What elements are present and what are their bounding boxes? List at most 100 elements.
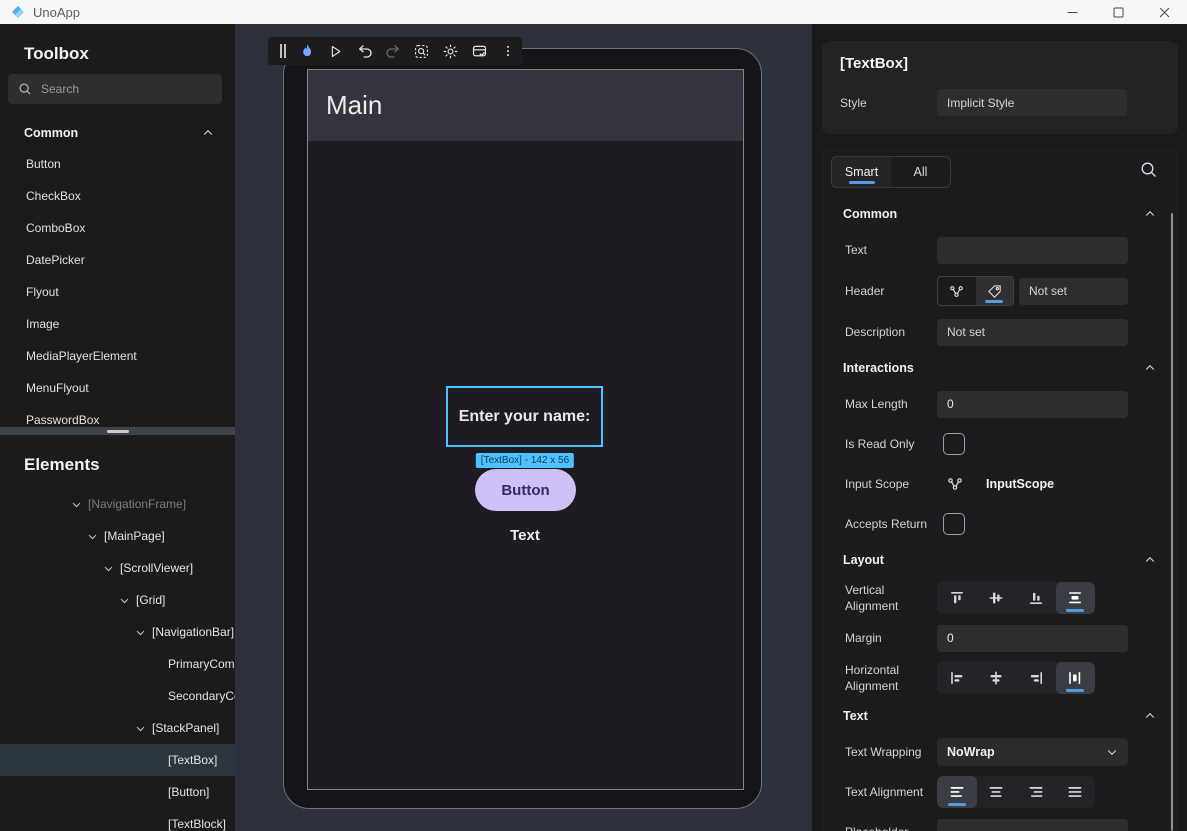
header-field[interactable] [1019, 278, 1128, 305]
tab-all[interactable]: All [891, 157, 950, 187]
halign-left-button[interactable] [937, 662, 977, 694]
more-options-button[interactable] [493, 37, 522, 65]
margin-field[interactable] [937, 625, 1128, 652]
halign-right-button[interactable] [1016, 662, 1056, 694]
designed-textblock[interactable]: Text [510, 527, 540, 544]
chevron-up-icon[interactable] [1144, 554, 1156, 566]
halign-stretch-button[interactable] [1056, 662, 1096, 694]
checklist-button[interactable] [465, 37, 494, 65]
tree-item-label: [NavigationBar] [152, 625, 234, 639]
tree-item[interactable]: [Grid] [0, 584, 235, 616]
toolbox-item[interactable]: ComboBox [0, 212, 235, 244]
tree-item[interactable]: [MainPage] [0, 520, 235, 552]
toolbox-group-header[interactable]: Common [24, 122, 214, 144]
section-layout-header[interactable]: Layout [843, 550, 1156, 570]
drag-handle[interactable] [273, 37, 293, 65]
maximize-button[interactable] [1095, 0, 1141, 24]
search-input[interactable] [41, 82, 191, 96]
elements-title: Elements [24, 455, 235, 475]
tree-item[interactable]: SecondaryCo [0, 680, 235, 712]
tree-item[interactable]: [TextBox] [0, 744, 235, 776]
binding-icon[interactable] [947, 476, 963, 492]
chevron-down-icon[interactable] [71, 499, 88, 510]
tree-item[interactable]: [NavigationFrame] [0, 488, 235, 520]
chevron-up-icon[interactable] [1144, 208, 1156, 220]
valign-top-button[interactable] [937, 582, 977, 614]
chevron-down-icon[interactable] [119, 595, 136, 606]
valign-stretch-button[interactable] [1056, 582, 1096, 614]
header-binding-toggle[interactable] [938, 277, 976, 305]
description-field[interactable] [937, 319, 1128, 346]
close-button[interactable] [1141, 0, 1187, 24]
play-button[interactable] [322, 37, 351, 65]
designed-button[interactable]: Button [475, 469, 576, 511]
designed-textbox-text: Enter your name: [459, 408, 591, 426]
text-field[interactable] [937, 237, 1128, 264]
placeholder-field[interactable] [937, 819, 1128, 831]
device-screen[interactable]: Main Enter your name: Button Text [TextB… [307, 69, 744, 790]
max-length-field[interactable] [937, 391, 1128, 418]
tree-item[interactable]: [StackPanel] [0, 712, 235, 744]
text-align-center-button[interactable] [977, 776, 1017, 808]
inspect-element-button[interactable] [408, 37, 437, 65]
tree-item[interactable]: [NavigationBar] [0, 616, 235, 648]
search-icon [18, 82, 32, 96]
is-read-only-checkbox[interactable] [943, 433, 965, 455]
tree-item-label: [NavigationFrame] [88, 497, 186, 511]
toolbox-item[interactable]: DatePicker [0, 244, 235, 276]
toolbox-item[interactable]: MenuFlyout [0, 372, 235, 404]
horizontal-alignment-label: Horizontal Alignment [845, 662, 937, 694]
style-label: Style [840, 96, 937, 110]
tree-item[interactable]: [Button] [0, 776, 235, 808]
tree-item[interactable]: [TextBlock] [0, 808, 235, 831]
halign-center-button[interactable] [977, 662, 1017, 694]
chevron-up-icon[interactable] [1144, 362, 1156, 374]
chevron-down-icon [1106, 746, 1118, 758]
redo-button[interactable] [379, 37, 408, 65]
toolbox-item[interactable]: Flyout [0, 276, 235, 308]
header-label: Header [845, 283, 937, 299]
section-common-title: Common [843, 207, 897, 221]
text-wrapping-select[interactable]: NoWrap [937, 738, 1128, 766]
chevron-down-icon[interactable] [87, 531, 104, 542]
tab-smart[interactable]: Smart [832, 157, 891, 187]
panel-splitter[interactable] [0, 427, 235, 435]
style-field[interactable] [937, 89, 1127, 116]
text-align-right-button[interactable] [1016, 776, 1056, 808]
chevron-down-icon[interactable] [135, 723, 152, 734]
design-canvas[interactable]: Main Enter your name: Button Text [TextB… [235, 24, 812, 831]
input-scope-value[interactable]: InputScope [986, 477, 1054, 491]
tree-item[interactable]: PrimaryComm [0, 648, 235, 680]
section-common-header[interactable]: Common [843, 204, 1156, 224]
toolbox-group-title: Common [24, 126, 78, 140]
text-wrapping-value: NoWrap [947, 745, 995, 759]
toolbox-item[interactable]: PasswordBox [0, 404, 235, 427]
chevron-up-icon[interactable] [1144, 710, 1156, 722]
chevron-down-icon[interactable] [103, 563, 120, 574]
hot-design-button[interactable] [293, 37, 322, 65]
tree-item[interactable]: [ScrollViewer] [0, 552, 235, 584]
properties-search-icon[interactable] [1140, 161, 1158, 179]
chevron-down-icon[interactable] [135, 627, 152, 638]
section-text-header[interactable]: Text [843, 706, 1156, 726]
properties-scrollbar[interactable] [1171, 213, 1174, 831]
header-literal-toggle[interactable] [976, 277, 1014, 305]
page-body[interactable]: Enter your name: Button Text [TextBox] -… [308, 141, 743, 790]
toolbox-item[interactable]: Button [0, 148, 235, 180]
text-align-justify-button[interactable] [1056, 776, 1096, 808]
minimize-button[interactable] [1049, 0, 1095, 24]
chevron-up-icon[interactable] [202, 127, 214, 139]
undo-button[interactable] [350, 37, 379, 65]
toolbox-item[interactable]: MediaPlayerElement [0, 340, 235, 372]
designed-textbox[interactable]: Enter your name: [446, 386, 603, 447]
toolbox-search[interactable] [8, 74, 222, 104]
theme-toggle-button[interactable] [436, 37, 465, 65]
text-align-left-button[interactable] [937, 776, 977, 808]
section-interactions-header[interactable]: Interactions [843, 358, 1156, 378]
accepts-return-checkbox[interactable] [943, 513, 965, 535]
designed-button-label: Button [501, 482, 549, 499]
toolbox-item[interactable]: CheckBox [0, 180, 235, 212]
toolbox-item[interactable]: Image [0, 308, 235, 340]
valign-bottom-button[interactable] [1016, 582, 1056, 614]
valign-center-button[interactable] [977, 582, 1017, 614]
